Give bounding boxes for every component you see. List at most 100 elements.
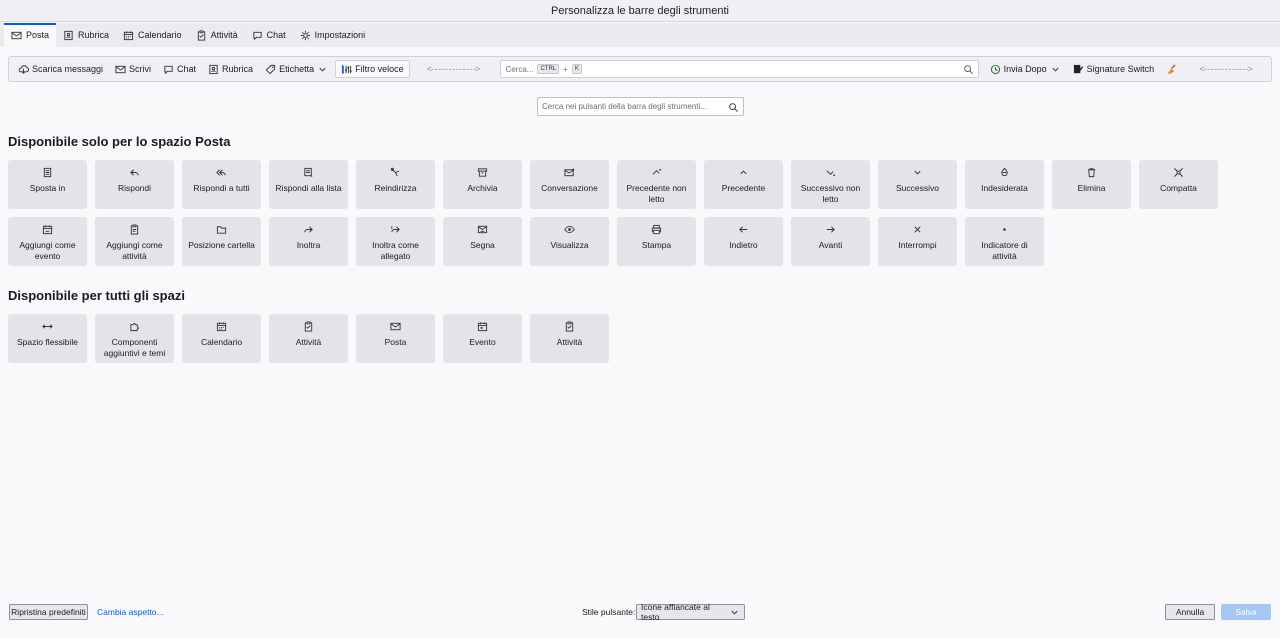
signature-switch-button[interactable]: Signature Switch bbox=[1068, 60, 1160, 78]
tab-1[interactable]: Posta bbox=[4, 23, 57, 47]
tab-label: Impostazioni bbox=[314, 30, 366, 40]
palette-button-label: Reindirizza bbox=[374, 183, 417, 193]
palette-button[interactable]: Stampa bbox=[617, 217, 696, 266]
chat-icon bbox=[163, 64, 174, 75]
address-book-label: Rubrica bbox=[222, 64, 254, 74]
palette-button-label: Precedente non letto bbox=[626, 183, 687, 204]
palette-button[interactable]: Calendario bbox=[182, 314, 261, 363]
button-style-label: Stile pulsante: bbox=[582, 607, 636, 617]
tab-4[interactable]: Attività bbox=[189, 23, 245, 47]
palette-button[interactable]: Evento bbox=[443, 314, 522, 363]
palette-button[interactable]: Attività bbox=[530, 314, 609, 363]
palette-button[interactable]: Precedente bbox=[704, 160, 783, 209]
arrow-right-icon bbox=[825, 224, 836, 235]
palette-button[interactable]: Visualizza bbox=[530, 217, 609, 266]
eye-icon bbox=[564, 224, 575, 235]
palette-button-label: Avanti bbox=[818, 240, 843, 250]
extension-button[interactable] bbox=[1161, 60, 1182, 78]
palette-button[interactable]: Posizione cartella bbox=[182, 217, 261, 266]
chat-button[interactable]: Chat bbox=[158, 60, 201, 78]
palette-button[interactable]: Reindirizza bbox=[356, 160, 435, 209]
chevron-down-icon bbox=[912, 167, 923, 178]
flexible-space-placeholder[interactable]: <- - - - - - - - - - - - -> bbox=[412, 64, 495, 74]
palette-button[interactable]: Precedente non letto bbox=[617, 160, 696, 209]
flexible-space-icon bbox=[42, 321, 53, 332]
palette-button[interactable]: Rispondi bbox=[95, 160, 174, 209]
window-title-bar: Personalizza le barre degli strumenti bbox=[0, 0, 1280, 22]
palette-button[interactable]: Interrompi bbox=[878, 217, 957, 266]
tab-3[interactable]: Calendario bbox=[116, 23, 189, 47]
palette-button[interactable]: Successivo non letto bbox=[791, 160, 870, 209]
gear-icon bbox=[300, 30, 311, 41]
restore-defaults-button[interactable]: Ripristina predefiniti bbox=[9, 604, 88, 620]
change-look-link[interactable]: Cambia aspetto... bbox=[97, 604, 164, 620]
palette-button[interactable]: Avanti bbox=[791, 217, 870, 266]
quick-filter-button[interactable]: Filtro veloce bbox=[335, 60, 410, 78]
search-shortcut-key-ctrl: CTRL bbox=[537, 64, 560, 74]
search-placeholder: Cerca... bbox=[505, 64, 534, 74]
cancel-button[interactable]: Annulla bbox=[1165, 604, 1215, 620]
palette-button[interactable]: Archivia bbox=[443, 160, 522, 209]
button-style-select[interactable]: Icone affiancate al testo bbox=[636, 602, 745, 622]
reply-list-icon bbox=[303, 167, 314, 178]
tab-label: Chat bbox=[266, 30, 286, 40]
palette-button[interactable]: Indietro bbox=[704, 217, 783, 266]
next-unread-icon bbox=[825, 167, 836, 178]
palette-button-label: Inoltra bbox=[296, 240, 321, 250]
filter-sliders-icon bbox=[341, 64, 352, 75]
reply-all-icon bbox=[216, 167, 227, 178]
palette-search-input[interactable]: Cerca nei pulsanti della barra degli str… bbox=[537, 97, 744, 116]
palette-button[interactable]: Rispondi a tutti bbox=[182, 160, 261, 209]
palette-button[interactable]: Indesiderata bbox=[965, 160, 1044, 209]
global-search-input[interactable]: Cerca... CTRL + K bbox=[500, 60, 979, 78]
palette-button[interactable]: Inoltra bbox=[269, 217, 348, 266]
archive-icon bbox=[477, 167, 488, 178]
signature-switch-label: Signature Switch bbox=[1086, 64, 1155, 74]
palette-button[interactable]: Inoltra come allegato bbox=[356, 217, 435, 266]
mark-icon bbox=[477, 224, 488, 235]
palette-button[interactable]: Segna bbox=[443, 217, 522, 266]
palette-button-label: Evento bbox=[469, 337, 496, 347]
get-messages-button[interactable]: Scarica messaggi bbox=[13, 60, 108, 78]
get-messages-label: Scarica messaggi bbox=[32, 64, 104, 74]
add-task-icon bbox=[129, 224, 140, 235]
palette-button[interactable]: Spazio flessibile bbox=[8, 314, 87, 363]
palette-button[interactable]: Sposta in bbox=[8, 160, 87, 209]
palette-button[interactable]: Rispondi alla lista bbox=[269, 160, 348, 209]
send-later-button[interactable]: Invia Dopo bbox=[985, 60, 1066, 78]
palette-button[interactable]: Posta bbox=[356, 314, 435, 363]
event-icon bbox=[477, 321, 488, 332]
flexible-space-placeholder-2[interactable]: <- - - - - - - - - - - - -> bbox=[1184, 64, 1267, 74]
palette-button-label: Attività bbox=[295, 337, 322, 347]
chevron-down-icon bbox=[729, 607, 740, 618]
address-book-button[interactable]: Rubrica bbox=[203, 60, 258, 78]
chat-label: Chat bbox=[177, 64, 197, 74]
palette-button[interactable]: Successivo bbox=[878, 160, 957, 209]
compact-icon bbox=[1173, 167, 1184, 178]
save-button[interactable]: Salva bbox=[1221, 604, 1271, 620]
palette-button[interactable]: Componenti aggiuntivi e temi bbox=[95, 314, 174, 363]
write-button[interactable]: Scrivi bbox=[110, 60, 156, 78]
palette-button-label: Rispondi bbox=[117, 183, 152, 193]
palette-button[interactable]: Elimina bbox=[1052, 160, 1131, 209]
palette-button-label: Compatta bbox=[1160, 183, 1197, 193]
palette-button[interactable]: Aggiungi come attività bbox=[95, 217, 174, 266]
tag-button[interactable]: Etichetta bbox=[260, 60, 333, 78]
tab-2[interactable]: Rubrica bbox=[56, 23, 116, 47]
palette-button[interactable]: Compatta bbox=[1139, 160, 1218, 209]
palette-button[interactable]: Aggiungi come evento bbox=[8, 217, 87, 266]
mail-only-section-title: Disponibile solo per lo spazio Posta bbox=[8, 134, 231, 149]
search-shortcut-key-k: K bbox=[571, 64, 582, 74]
add-event-icon bbox=[42, 224, 53, 235]
palette-button[interactable]: Attività bbox=[269, 314, 348, 363]
quick-filter-label: Filtro veloce bbox=[355, 64, 404, 74]
palette-button-label: Aggiungi come evento bbox=[19, 240, 76, 261]
palette-button[interactable]: Conversazione bbox=[530, 160, 609, 209]
tab-6[interactable]: Impostazioni bbox=[293, 23, 373, 47]
palette-button-label: Inoltra come allegato bbox=[372, 240, 419, 261]
palette-button-label: Posizione cartella bbox=[188, 240, 255, 250]
palette-button-label: Componenti aggiuntivi e temi bbox=[103, 337, 166, 358]
palette-button[interactable]: Indicatore di attività bbox=[965, 217, 1044, 266]
tab-5[interactable]: Chat bbox=[245, 23, 293, 47]
palette-button-label: Posta bbox=[384, 337, 407, 347]
